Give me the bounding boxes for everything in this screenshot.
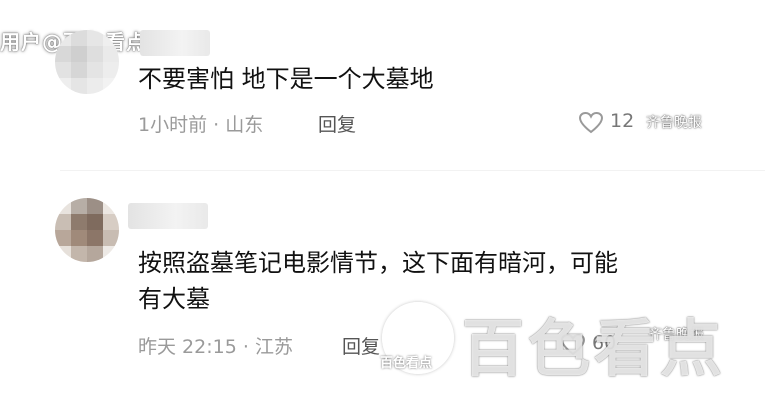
comment-time: 1小时前 (138, 114, 208, 136)
qilu-watermark: 齐鲁晚报 (646, 115, 702, 131)
divider (60, 170, 765, 171)
avatar[interactable] (55, 30, 119, 94)
comment-meta: 昨天 22:15 · 江苏 (138, 332, 293, 359)
watermark-logo-text: 百色看点 (380, 356, 433, 371)
like-button[interactable]: 12 齐鲁晚报 (578, 108, 718, 138)
watermark-big-text: 百色看点 (462, 312, 727, 385)
meta-separator: · (242, 336, 249, 358)
comment-text: 不要害怕 地下是一个大墓地 (138, 65, 434, 93)
username-blurred (140, 30, 210, 56)
comment-location: 山东 (225, 114, 264, 136)
heart-outline-icon (578, 111, 604, 134)
reply-button[interactable]: 回复 (342, 332, 380, 359)
comment-time: 昨天 22:15 (138, 336, 237, 358)
meta-separator: · (213, 114, 220, 136)
comment-text: 按照盗墓笔记电影情节，这下面有暗河，可能 (138, 249, 618, 277)
reply-button[interactable]: 回复 (318, 110, 356, 137)
username-blurred (128, 203, 208, 229)
comment-text-continuation: 有大墓 (138, 285, 210, 313)
like-count: 12 (610, 110, 635, 132)
avatar[interactable] (55, 198, 119, 262)
comment-meta: 1小时前 · 山东 (138, 110, 263, 137)
comment-location: 江苏 (254, 336, 293, 358)
